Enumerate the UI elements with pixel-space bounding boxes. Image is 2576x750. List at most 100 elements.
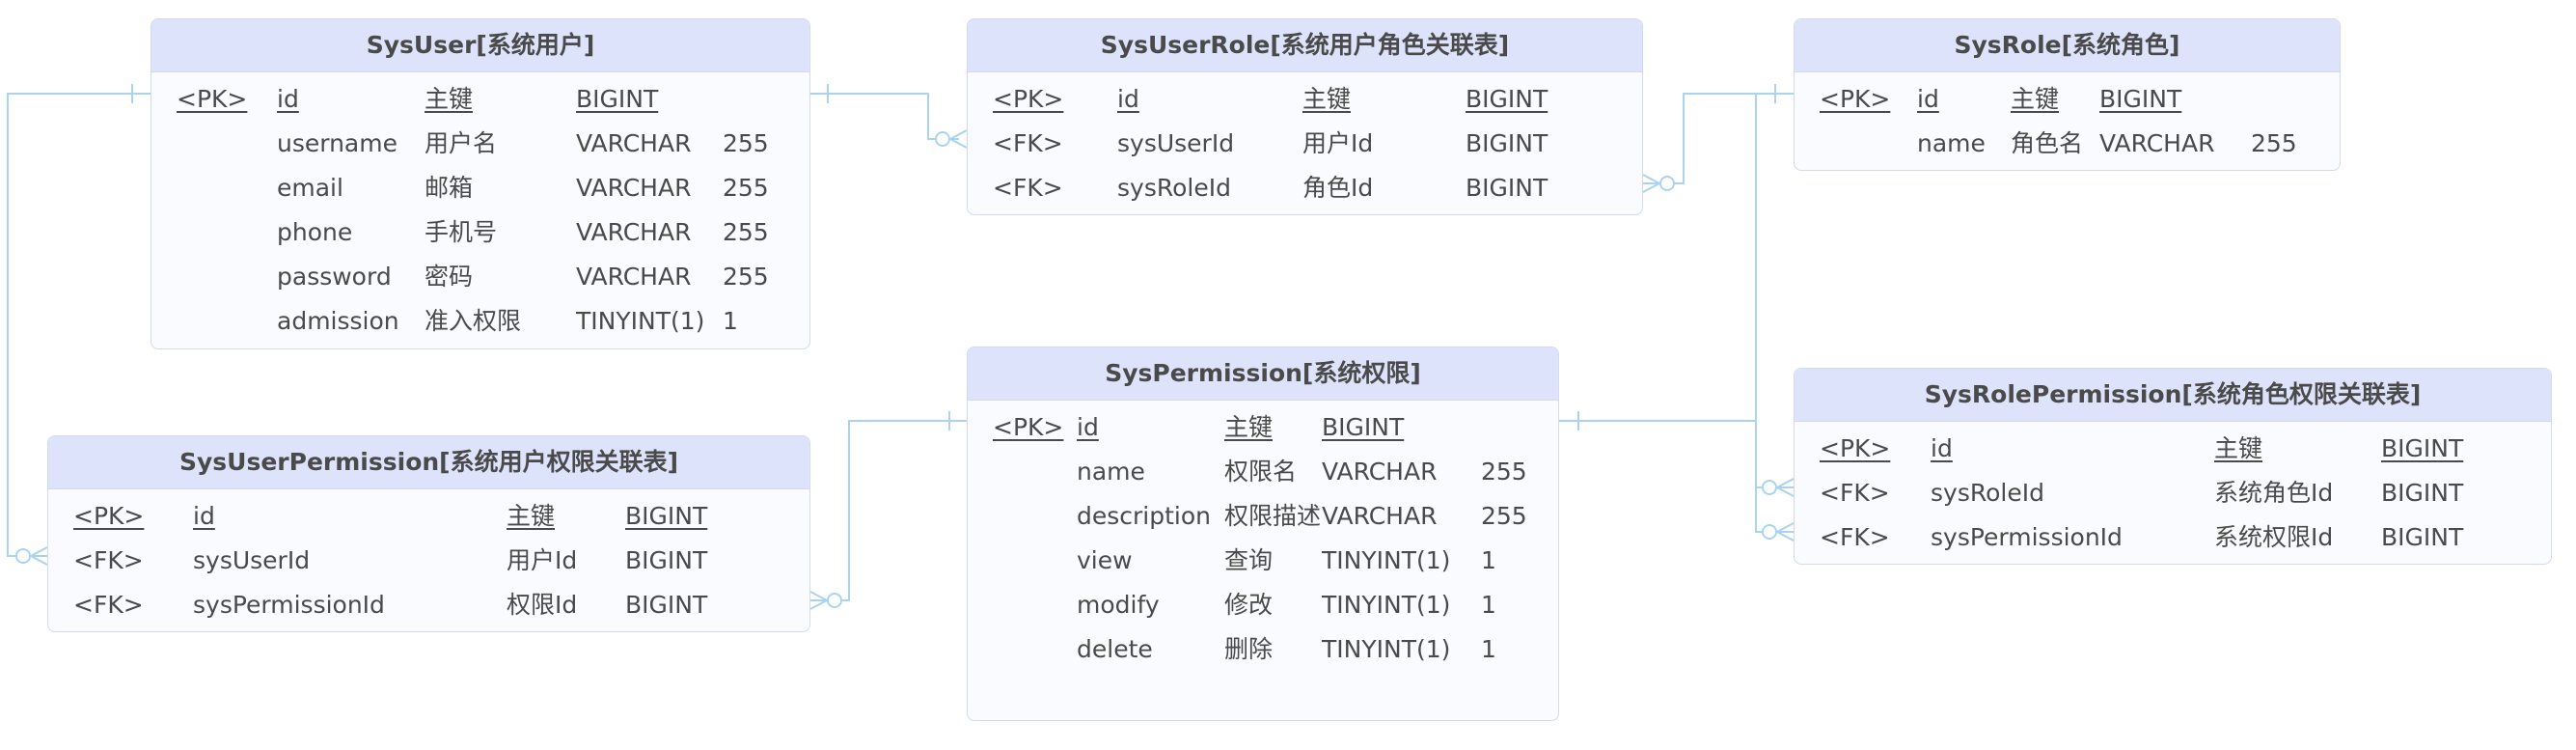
entity-sys-role-permission[interactable]: SysRolePermission[系统角色权限关联表] <PK> id 主键 BIG… bbox=[1794, 368, 2552, 565]
column-type: BIGINT bbox=[1466, 174, 1548, 202]
entity-row[interactable]: <FK> sysPermissionId 系统权限Id BIGINT bbox=[1795, 515, 2551, 560]
column-name: sysRoleId bbox=[1931, 479, 2044, 507]
column-name: sysUserId bbox=[193, 546, 311, 574]
edge-user-to-user-permission-many-circle bbox=[15, 548, 31, 564]
entity-row[interactable]: username 用户名 VARCHAR 255 bbox=[151, 122, 809, 166]
key-marker: <FK> bbox=[73, 591, 144, 619]
column-type: BIGINT bbox=[1466, 129, 1548, 157]
column-type: VARCHAR bbox=[576, 174, 692, 202]
entity-row[interactable]: <FK> sysUserId 用户Id BIGINT bbox=[968, 122, 1642, 166]
edge-role-to-user-role bbox=[1643, 93, 1794, 184]
column-name: name bbox=[1077, 458, 1145, 486]
entity-row[interactable]: view 查询 TINYINT(1) 1 bbox=[968, 539, 1558, 583]
entity-sys-user[interactable]: SysUser[系统用户] <PK> id 主键 BIGINT username 用户名 V… bbox=[151, 18, 810, 349]
edge-permission-to-role-permission bbox=[1559, 420, 1794, 533]
entity-row[interactable]: <PK> id 主键 BIGINT bbox=[968, 77, 1642, 122]
edge-user-to-user-role-many-foot-upper bbox=[949, 129, 968, 140]
entity-row[interactable]: description 权限描述 VARCHAR 255 bbox=[968, 494, 1558, 539]
entity-row[interactable]: <FK> sysUserId 用户Id BIGINT bbox=[48, 539, 809, 583]
column-type: BIGINT bbox=[2381, 479, 2464, 507]
key-marker: <PK> bbox=[1820, 434, 1891, 462]
edge-user-to-user-role bbox=[810, 93, 959, 140]
column-comment: 密码 bbox=[425, 263, 474, 291]
edge-permission-to-user-permission-many-foot-lower bbox=[809, 599, 828, 610]
entity-sys-role[interactable]: SysRole[系统角色] <PK> id 主键 BIGINT name 角色名 VARCH… bbox=[1794, 18, 2341, 171]
entity-row[interactable]: <FK> sysPermissionId 权限Id BIGINT bbox=[48, 583, 809, 627]
column-length: 1 bbox=[1481, 635, 1496, 663]
entity-row[interactable]: name 角色名 VARCHAR 255 bbox=[1795, 122, 2340, 166]
column-type: BIGINT bbox=[1466, 85, 1548, 113]
column-name: name bbox=[1917, 129, 1986, 157]
entity-row[interactable]: <PK> id 主键 BIGINT bbox=[1795, 427, 2551, 471]
column-name: delete bbox=[1077, 635, 1153, 663]
column-length: 255 bbox=[723, 263, 769, 291]
column-type: BIGINT bbox=[625, 591, 708, 619]
entity-row[interactable]: password 密码 VARCHAR 255 bbox=[151, 255, 809, 299]
column-type: TINYINT(1) bbox=[1322, 591, 1451, 619]
entity-row[interactable]: <PK> id 主键 BIGINT bbox=[151, 77, 809, 122]
key-marker: <PK> bbox=[73, 502, 145, 530]
column-name: id bbox=[277, 85, 299, 113]
column-type: VARCHAR bbox=[576, 218, 692, 246]
column-name: id bbox=[1117, 85, 1139, 113]
entity-row[interactable]: <FK> sysRoleId 系统角色Id BIGINT bbox=[1795, 471, 2551, 515]
column-name: admission bbox=[277, 307, 399, 335]
entity-title: SysRolePermission[系统角色权限关联表] bbox=[1795, 369, 2551, 422]
entity-sys-user-role[interactable]: SysUserRole[系统用户角色关联表] <PK> id 主键 BIGINT <FK… bbox=[967, 18, 1643, 215]
entity-row[interactable]: admission 准入权限 TINYINT(1) 1 bbox=[151, 299, 809, 344]
entity-sys-user-permission[interactable]: SysUserPermission[系统用户权限关联表] <PK> id 主键 BIG… bbox=[47, 435, 810, 632]
column-comment: 准入权限 bbox=[425, 307, 522, 335]
column-name: id bbox=[1077, 413, 1099, 441]
er-diagram-canvas: SysUser[系统用户] <PK> id 主键 BIGINT username 用户名 V… bbox=[0, 0, 2576, 750]
entity-row[interactable]: <PK> id 主键 BIGINT bbox=[48, 494, 809, 539]
column-name: sysPermissionId bbox=[1931, 523, 2123, 551]
column-name: id bbox=[1931, 434, 1953, 462]
key-marker: <PK> bbox=[993, 85, 1064, 113]
column-comment: 主键 bbox=[425, 85, 474, 113]
column-comment: 系统角色Id bbox=[2214, 479, 2334, 507]
entity-row[interactable]: modify 修改 TINYINT(1) 1 bbox=[968, 583, 1558, 627]
entity-title: SysUser[系统用户] bbox=[151, 19, 809, 72]
column-comment: 用户Id bbox=[1302, 129, 1374, 157]
column-length: 255 bbox=[723, 218, 769, 246]
column-comment: 系统权限Id bbox=[2214, 523, 2334, 551]
entity-row[interactable]: name 权限名 VARCHAR 255 bbox=[968, 450, 1558, 494]
column-length: 255 bbox=[723, 129, 769, 157]
column-comment: 修改 bbox=[1224, 591, 1274, 619]
key-marker: <FK> bbox=[73, 546, 144, 574]
edge-permission-to-user-permission-many-foot-upper bbox=[809, 591, 828, 601]
entity-row[interactable]: <PK> id 主键 BIGINT bbox=[1795, 77, 2340, 122]
column-type: VARCHAR bbox=[2099, 129, 2215, 157]
entity-row[interactable]: <FK> sysRoleId 角色Id BIGINT bbox=[968, 166, 1642, 210]
column-length: 255 bbox=[1481, 502, 1527, 530]
column-comment: 权限名 bbox=[1224, 458, 1298, 486]
column-type: VARCHAR bbox=[576, 263, 692, 291]
column-length: 1 bbox=[1481, 591, 1496, 619]
entity-row[interactable]: <PK> id 主键 BIGINT bbox=[968, 405, 1558, 450]
column-comment: 角色名 bbox=[2011, 129, 2084, 157]
column-comment: 权限Id bbox=[507, 591, 578, 619]
entity-row[interactable]: phone 手机号 VARCHAR 255 bbox=[151, 210, 809, 255]
edge-permission-to-role-permission-many-foot-lower bbox=[1776, 531, 1795, 542]
edge-role-to-role-permission-many-circle bbox=[1762, 480, 1777, 495]
column-length: 255 bbox=[1481, 458, 1527, 486]
edge-role-to-role-permission bbox=[1755, 94, 1794, 488]
column-comment: 主键 bbox=[1224, 413, 1274, 441]
column-type: VARCHAR bbox=[1322, 458, 1438, 486]
column-type: TINYINT(1) bbox=[1322, 546, 1451, 574]
edge-role-to-user-role-many-circle bbox=[1659, 176, 1675, 191]
column-type: BIGINT bbox=[2099, 85, 2182, 113]
column-length: 255 bbox=[2251, 129, 2297, 157]
key-marker: <PK> bbox=[177, 85, 248, 113]
edge-permission-to-user-permission bbox=[810, 420, 967, 601]
edge-permission-to-user-permission-many-circle bbox=[827, 593, 842, 608]
key-marker: <PK> bbox=[993, 413, 1064, 441]
entity-title: SysRole[系统角色] bbox=[1795, 19, 2340, 72]
column-type: BIGINT bbox=[2381, 523, 2464, 551]
entity-row[interactable]: email 邮箱 VARCHAR 255 bbox=[151, 166, 809, 210]
entity-row[interactable]: delete 删除 TINYINT(1) 1 bbox=[968, 627, 1558, 672]
edge-permission-to-role-permission-many-circle bbox=[1762, 524, 1777, 540]
column-type: VARCHAR bbox=[1322, 502, 1438, 530]
column-type: BIGINT bbox=[2381, 434, 2464, 462]
entity-sys-permission[interactable]: SysPermission[系统权限] <PK> id 主键 BIGINT name 权限… bbox=[967, 347, 1559, 721]
